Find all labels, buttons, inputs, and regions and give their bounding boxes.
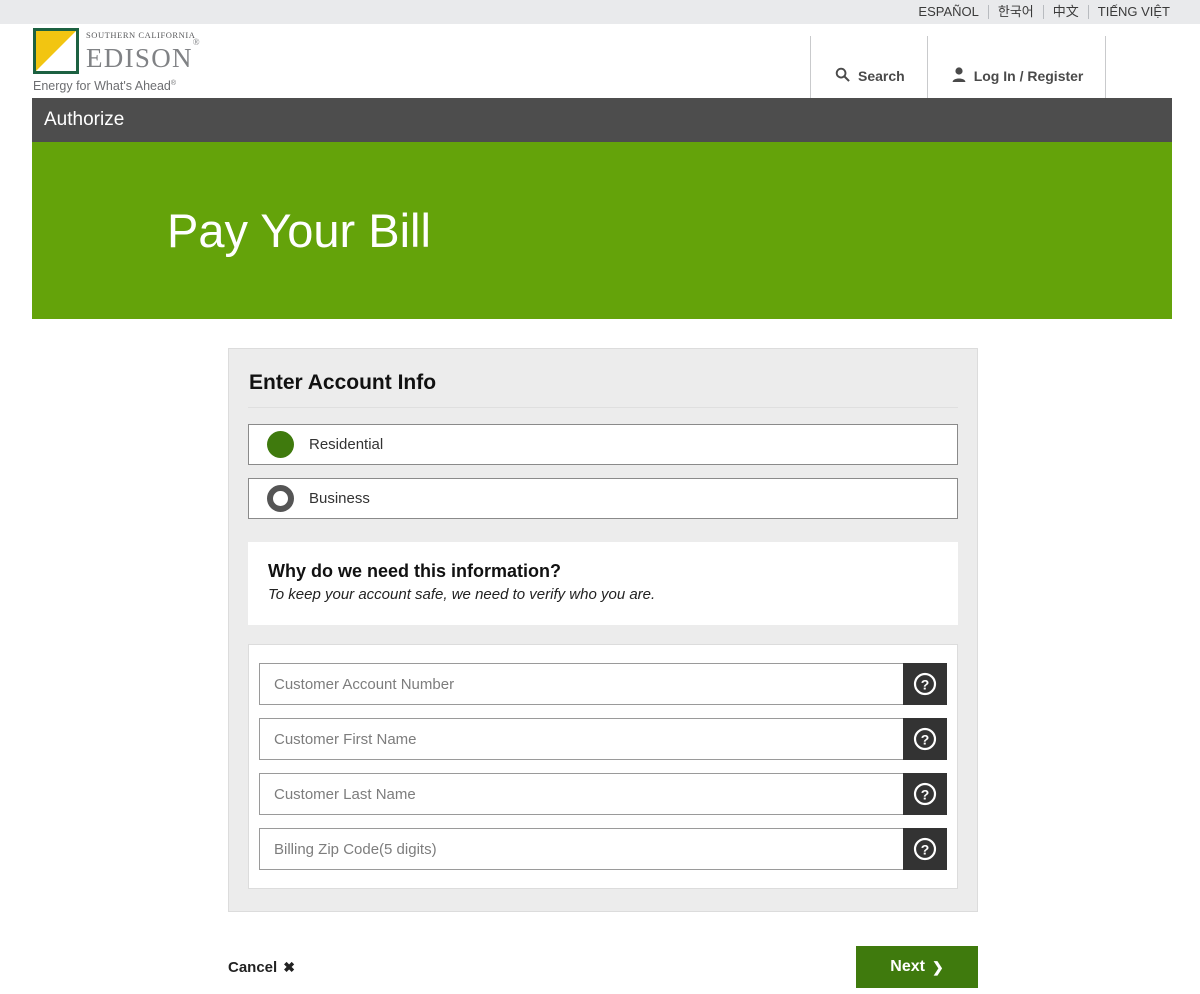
language-link-korean[interactable]: 한국어 <box>989 5 1044 19</box>
language-selector: ESPAÑOL 한국어 中文 TIẾNG VIỆT <box>909 5 1170 19</box>
radio-unselected-icon <box>267 485 294 512</box>
search-icon <box>835 67 850 85</box>
sce-sunburst-icon <box>33 28 79 75</box>
tagline-registered-mark: ® <box>170 80 177 88</box>
section-bar: Authorize <box>32 98 1172 142</box>
help-button-billing-zip[interactable]: ? <box>903 828 947 870</box>
why-info-heading: Why do we need this information? <box>268 561 562 581</box>
logo-main-text: EDISON® <box>86 37 201 74</box>
page-banner: Authorize Pay Your Bill <box>0 98 1200 319</box>
close-icon: ✖ <box>283 958 295 975</box>
question-mark-icon: ? <box>913 672 937 696</box>
header-actions: Search Log In / Register <box>810 24 1107 98</box>
svg-text:?: ? <box>921 841 930 857</box>
why-info-box: Why do we need this information? To keep… <box>248 542 958 625</box>
field-row-billing-zip: ? <box>259 828 947 870</box>
customer-type-option-residential[interactable]: Residential <box>248 424 958 465</box>
header-right-divider <box>1105 36 1107 98</box>
help-button-first-name[interactable]: ? <box>903 718 947 760</box>
utility-bar: ESPAÑOL 한국어 中文 TIẾNG VIỆT <box>0 0 1200 24</box>
logo-tagline: Energy for What's Ahead® <box>33 79 177 94</box>
customer-type-label-residential: Residential <box>309 436 384 453</box>
cancel-button[interactable]: Cancel ✖ <box>228 959 295 976</box>
help-button-last-name[interactable]: ? <box>903 773 947 815</box>
customer-account-number-input[interactable] <box>259 663 903 705</box>
form-actions: Cancel ✖ Next ❯ <box>228 946 978 988</box>
page-title: Pay Your Bill <box>167 203 431 257</box>
cancel-label: Cancel <box>228 958 278 976</box>
account-info-card: Enter Account Info Residential Business … <box>228 348 978 912</box>
why-info-body: To keep your account safe, we need to ve… <box>268 586 656 603</box>
question-mark-icon: ? <box>913 727 937 751</box>
login-register-label: Log In / Register <box>973 68 1084 84</box>
radio-selected-icon <box>267 431 294 458</box>
card-title-divider <box>248 407 958 408</box>
section-bar-label: Authorize <box>44 109 125 130</box>
hero-banner: Pay Your Bill <box>32 142 1172 319</box>
customer-last-name-input[interactable] <box>259 773 903 815</box>
language-link-espanol[interactable]: ESPAÑOL <box>909 5 989 19</box>
logo[interactable]: SOUTHERN CALIFORNIA EDISON® Energy for W… <box>0 24 810 98</box>
account-fields-panel: ? ? ? <box>248 644 958 889</box>
question-mark-icon: ? <box>913 837 937 861</box>
svg-text:?: ? <box>921 676 930 692</box>
logo-row: SOUTHERN CALIFORNIA EDISON® <box>33 28 810 75</box>
svg-text:?: ? <box>921 786 930 802</box>
search-label: Search <box>858 68 905 84</box>
logo-top-line: SOUTHERN CALIFORNIA <box>86 30 196 41</box>
svg-text:?: ? <box>921 731 930 747</box>
site-header: SOUTHERN CALIFORNIA EDISON® Energy for W… <box>0 24 1200 98</box>
login-register-button[interactable]: Log In / Register <box>926 36 1106 98</box>
billing-zip-code-input[interactable] <box>259 828 903 870</box>
customer-type-label-business: Business <box>309 490 370 507</box>
customer-type-option-business[interactable]: Business <box>248 478 958 519</box>
question-mark-icon: ? <box>913 782 937 806</box>
next-button[interactable]: Next ❯ <box>856 946 978 988</box>
field-row-last-name: ? <box>259 773 947 815</box>
logo-wordmark: SOUTHERN CALIFORNIA EDISON® <box>86 30 201 72</box>
field-row-first-name: ? <box>259 718 947 760</box>
chevron-right-icon: ❯ <box>931 958 944 975</box>
field-row-account-number: ? <box>259 663 947 705</box>
card-title: Enter Account Info <box>249 371 437 394</box>
language-link-vietnamese[interactable]: TIẾNG VIỆT <box>1089 5 1170 19</box>
language-link-chinese[interactable]: 中文 <box>1044 5 1089 19</box>
search-button[interactable]: Search <box>810 36 927 98</box>
help-button-account-number[interactable]: ? <box>903 663 947 705</box>
next-label: Next <box>890 958 925 975</box>
customer-first-name-input[interactable] <box>259 718 903 760</box>
user-icon <box>952 67 966 85</box>
logo-registered-mark: ® <box>192 37 201 48</box>
